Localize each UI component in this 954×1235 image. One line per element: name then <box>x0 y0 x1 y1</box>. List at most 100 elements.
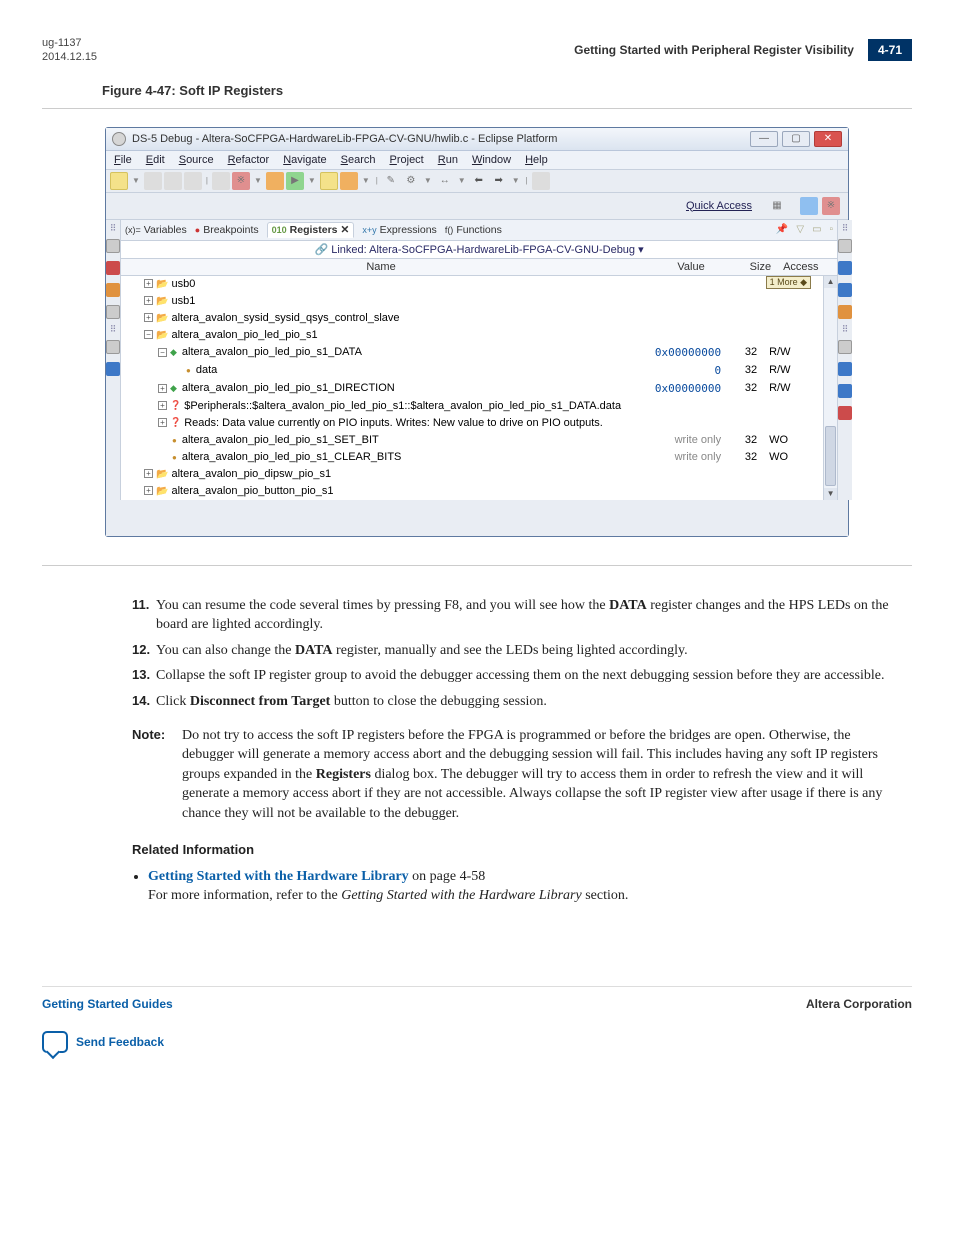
drag-handle-icon[interactable]: ⠿ <box>110 327 117 332</box>
menu-project[interactable]: Project <box>390 154 424 166</box>
bug-icon[interactable]: ※ <box>232 172 250 190</box>
minimize-view-icon[interactable]: ▭ <box>812 224 821 235</box>
perspective-open-icon[interactable]: ▦ <box>768 197 786 215</box>
maximize-button[interactable]: ▢ <box>782 131 810 147</box>
save-all-icon[interactable] <box>164 172 182 190</box>
col-size[interactable]: Size <box>741 259 777 275</box>
restore2-icon[interactable] <box>106 340 120 354</box>
scroll-down-icon[interactable]: ▼ <box>824 488 837 500</box>
menu-source[interactable]: Source <box>179 154 214 166</box>
misc-icon[interactable] <box>532 172 550 190</box>
col-name[interactable]: Name <box>121 259 641 275</box>
view-r1-icon[interactable] <box>838 261 852 275</box>
view-r4-icon[interactable] <box>838 362 852 376</box>
drag-handle-icon[interactable]: ⠿ <box>842 226 849 231</box>
tree-row[interactable]: − altera_avalon_pio_led_pio_s1_DATA0x000… <box>121 344 823 362</box>
col-value[interactable]: Value <box>641 259 741 275</box>
minimize-button[interactable]: — <box>750 131 778 147</box>
perspective-debug-icon[interactable]: ※ <box>822 197 840 215</box>
menu-help[interactable]: Help <box>525 154 548 166</box>
rss-icon[interactable] <box>266 172 284 190</box>
tab-registers[interactable]: 010Registers ✕ <box>267 222 355 238</box>
grid-header[interactable]: Name Value Size Access <box>121 259 837 276</box>
close-button[interactable]: ✕ <box>814 131 842 147</box>
related-link[interactable]: Getting Started with the Hardware Librar… <box>148 869 409 884</box>
folder-icon[interactable] <box>320 172 338 190</box>
col-access[interactable]: Access <box>777 259 837 275</box>
expander-icon[interactable]: + <box>158 384 167 393</box>
wand-icon[interactable]: ✎ <box>382 172 400 190</box>
tree-row[interactable]: +❓ Reads: Data value currently on PIO in… <box>121 415 823 432</box>
quick-access-link[interactable]: Quick Access <box>686 200 752 212</box>
tree-row[interactable]: + altera_avalon_sysid_sysid_qsys_control… <box>121 310 823 327</box>
fwd-button[interactable]: ➡ <box>490 172 508 190</box>
tree-row[interactable]: − altera_avalon_pio_led_pio_s1 <box>121 327 823 344</box>
expander-icon[interactable]: − <box>158 348 167 357</box>
expander-icon[interactable]: + <box>144 296 153 305</box>
restore-icon[interactable] <box>106 239 120 253</box>
expander-icon[interactable]: + <box>158 401 167 410</box>
drag-handle-icon[interactable]: ⠿ <box>842 327 849 332</box>
menu-navigate[interactable]: Navigate <box>283 154 326 166</box>
tree-row[interactable]: + altera_avalon_pio_dipsw_pio_s1 <box>121 466 823 483</box>
view-side-icon[interactable] <box>106 362 120 376</box>
drag-handle-icon[interactable]: ⠿ <box>110 226 117 231</box>
new-icon[interactable] <box>110 172 128 190</box>
tab-variables[interactable]: (x)=Variables <box>125 224 187 236</box>
left-sidebar[interactable]: ⠿ ⠿ <box>106 220 121 500</box>
menu-edit[interactable]: Edit <box>146 154 165 166</box>
nav-icon[interactable]: ↔ <box>436 172 454 190</box>
right-sidebar[interactable]: ⠿ ⠿ <box>837 220 852 500</box>
feedback-icon[interactable] <box>42 1031 68 1053</box>
menu-refactor[interactable]: Refactor <box>228 154 270 166</box>
expander-icon[interactable]: + <box>144 279 153 288</box>
view-tabs[interactable]: (x)=Variables ●Breakpoints 010Registers … <box>121 220 837 241</box>
scroll-thumb[interactable] <box>825 426 836 486</box>
menu-file[interactable]: File <box>114 154 132 166</box>
back-button[interactable]: ⬅ <box>470 172 488 190</box>
bug-side-icon[interactable] <box>106 261 120 275</box>
expander-icon[interactable]: + <box>144 313 153 322</box>
menu-search[interactable]: Search <box>341 154 376 166</box>
view-r3-icon[interactable] <box>838 305 852 319</box>
outline-side-icon[interactable] <box>106 305 120 319</box>
maximize-view-icon[interactable]: ▫ <box>830 224 834 235</box>
tab-breakpoints[interactable]: ●Breakpoints <box>195 224 259 236</box>
save-icon[interactable] <box>144 172 162 190</box>
tree-row[interactable]: + altera_avalon_pio_button_pio_s1 <box>121 483 823 500</box>
tree-row[interactable]: altera_avalon_pio_led_pio_s1_SET_BITwrit… <box>121 432 823 449</box>
main-toolbar[interactable]: ▼ | ※▼ ▶▼ ▼ | ✎ ⚙▼ ↔▼ ⬅ ➡▼ | <box>106 170 848 193</box>
tree-row[interactable]: altera_avalon_pio_led_pio_s1_CLEAR_BITSw… <box>121 449 823 466</box>
tree-row[interactable]: + usb0 <box>121 276 823 293</box>
footer-left[interactable]: Getting Started Guides <box>42 997 173 1011</box>
pin-icon[interactable]: 📌 <box>776 224 788 235</box>
linked-row[interactable]: 🔗 Linked: Altera-SoCFPGA-HardwareLib-FPG… <box>121 241 837 259</box>
tree-row[interactable]: +❓ $Peripherals::$altera_avalon_pio_led_… <box>121 398 823 415</box>
tab-functions[interactable]: f()Functions <box>445 224 502 236</box>
vertical-scrollbar[interactable]: ▲ ▼ <box>823 276 837 500</box>
search2-icon[interactable] <box>340 172 358 190</box>
print-icon[interactable] <box>184 172 202 190</box>
tree-row[interactable]: + usb1 <box>121 293 823 310</box>
expander-icon[interactable]: + <box>144 469 153 478</box>
folder-side-icon[interactable] <box>106 283 120 297</box>
tool-icon[interactable]: ⚙ <box>402 172 420 190</box>
menu-run[interactable]: Run <box>438 154 458 166</box>
expander-icon[interactable]: + <box>158 418 167 427</box>
tab-expressions[interactable]: x+yExpressions <box>362 224 436 236</box>
view-r2-icon[interactable] <box>838 283 852 297</box>
menu-dropdown-icon[interactable]: ▽ <box>796 224 804 235</box>
expander-icon[interactable]: − <box>144 330 153 339</box>
registers-tree[interactable]: 1 More ◆ + usb0+ usb1+ altera_avalon_sys… <box>121 276 823 500</box>
scroll-up-icon[interactable]: ▲ <box>824 276 837 288</box>
view-r6-icon[interactable] <box>838 406 852 420</box>
perspective-1-icon[interactable] <box>800 197 818 215</box>
window-titlebar[interactable]: DS-5 Debug - Altera-SoCFPGA-HardwareLib-… <box>106 128 848 151</box>
restore2-icon[interactable] <box>838 340 852 354</box>
binary-icon[interactable] <box>212 172 230 190</box>
expander-icon[interactable]: + <box>144 486 153 495</box>
tree-row[interactable]: data032R/W <box>121 362 823 380</box>
more-badge[interactable]: 1 More ◆ <box>766 276 811 289</box>
send-feedback-link[interactable]: Send Feedback <box>76 1035 164 1049</box>
menu-bar[interactable]: File Edit Source Refactor Navigate Search Proj… <box>106 151 848 170</box>
